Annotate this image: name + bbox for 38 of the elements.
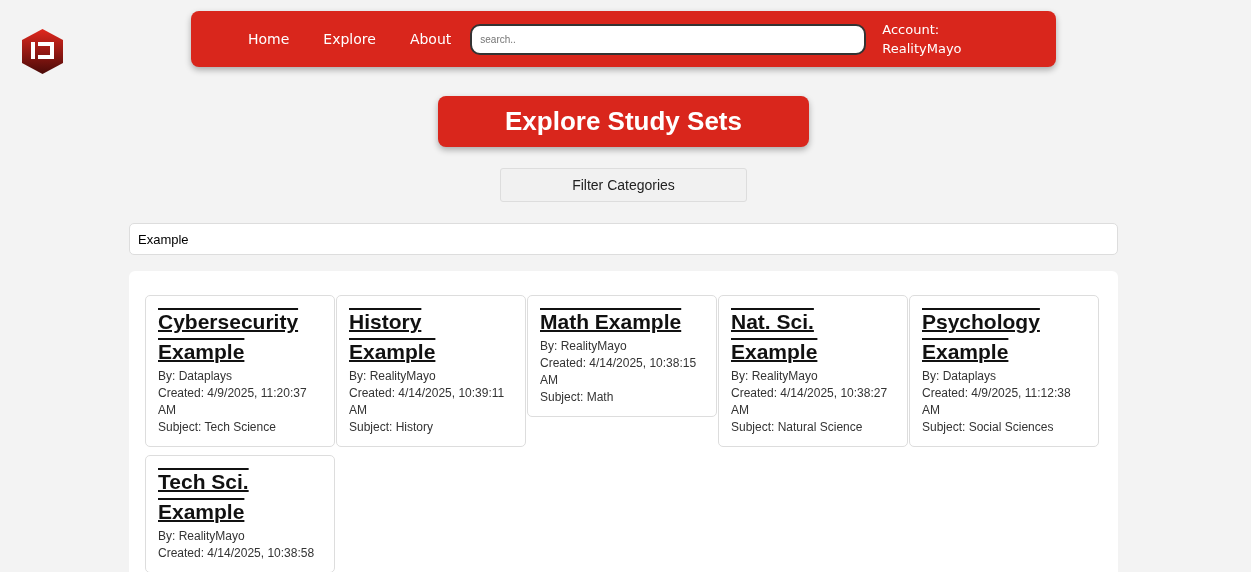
study-set-detail: Created: 4/9/2025, 11:12:38 AM <box>922 385 1072 419</box>
nav-search-field[interactable]: search.. <box>470 23 867 55</box>
study-set-detail: Subject: Social Sciences <box>922 419 1055 436</box>
study-set-title[interactable]: Cybersecurity Example <box>158 306 322 366</box>
logo-icon[interactable] <box>19 28 66 75</box>
study-set-detail: By: RealityMayo <box>349 368 437 385</box>
study-set-detail: By: Dataplays <box>158 368 234 385</box>
study-set-card[interactable]: Cybersecurity Example By: Dataplays Created: 4/9/2025, 11:20:37 AM Subject: Tech Science <box>145 295 335 447</box>
study-set-title[interactable]: History Example <box>349 306 513 366</box>
study-search-field[interactable]: Example <box>129 223 1118 255</box>
study-set-detail: By: Dataplays <box>922 368 998 385</box>
study-set-detail: By: RealityMayo <box>158 528 246 545</box>
study-set-card[interactable]: History Example By: RealityMayo Created: 4/14/2025, 10:39:11 AM Subject: History <box>336 295 526 447</box>
nav-link[interactable]: About <box>392 28 469 50</box>
nav-link[interactable]: Home <box>231 28 307 50</box>
study-set-detail: Subject: Math <box>540 389 615 406</box>
filter-categories-button[interactable]: Filter Categories <box>500 168 747 202</box>
study-set-card[interactable]: Nat. Sci. Example By: RealityMayo Created: 4/14/2025, 10:38:27 AM Subject: Natural Science <box>718 295 908 447</box>
nav-link[interactable]: Explore <box>306 28 393 50</box>
page-heading: Explore Study Sets <box>438 96 809 147</box>
study-set-title[interactable]: Math Example <box>540 306 704 336</box>
study-set-detail: By: RealityMayo <box>731 368 819 385</box>
study-set-detail: Created: 4/14/2025, 10:38:58 <box>158 545 316 562</box>
study-set-detail: By: RealityMayo <box>540 338 628 355</box>
account-name[interactable]: RealityMayo <box>882 39 962 58</box>
study-set-detail: Created: 4/14/2025, 10:39:11 AM <box>349 385 506 419</box>
account-label: Account: <box>882 21 941 39</box>
study-set-detail: Subject: Natural Science <box>731 419 864 436</box>
study-set-card[interactable]: Math Example By: RealityMayo Created: 4/14/2025, 10:38:15 AM Subject: Math <box>527 295 717 417</box>
study-set-detail: Subject: Tech Science <box>158 419 277 436</box>
study-set-title[interactable]: Psychology Example <box>922 306 1086 366</box>
study-set-title[interactable]: Tech Sci. Example <box>158 466 322 526</box>
study-set-title[interactable]: Nat. Sci. Example <box>731 306 895 366</box>
study-set-detail: Created: 4/14/2025, 10:38:27 AM <box>731 385 889 419</box>
study-set-detail: Created: 4/9/2025, 11:20:37 AM <box>158 385 308 419</box>
study-set-card[interactable]: Psychology Example By: Dataplays Created: 4/9/2025, 11:12:38 AM Subject: Social Sciences <box>909 295 1099 447</box>
study-set-detail: Subject: History <box>349 419 435 436</box>
study-set-detail: Created: 4/14/2025, 10:38:15 AM <box>540 355 698 389</box>
